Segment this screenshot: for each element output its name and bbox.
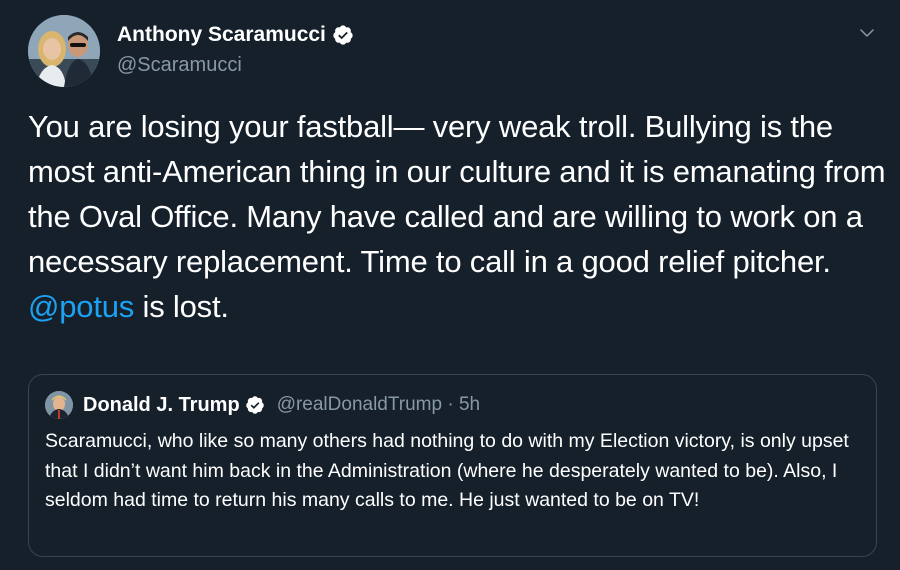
verified-badge-icon: [245, 396, 264, 414]
quoted-tweet-text: Scaramucci, who like so many others had …: [45, 430, 849, 511]
author-avatar[interactable]: [28, 15, 100, 87]
quoted-author-avatar[interactable]: [45, 391, 73, 419]
tweet-text: You are losing your fastball— very weak …: [28, 104, 888, 329]
quoted-handle-time[interactable]: @realDonaldTrump · 5h: [277, 394, 480, 416]
mention-link[interactable]: @potus: [28, 289, 134, 324]
tweet-text-tail: is lost.: [134, 289, 229, 324]
tweet-card: Anthony Scaramucci @Scaramucci You are l…: [0, 0, 900, 570]
author-handle[interactable]: @Scaramucci: [117, 52, 242, 78]
quoted-author-name[interactable]: Donald J. Trump: [83, 394, 240, 417]
verified-badge-icon: [333, 25, 353, 45]
tweet-text-body: You are losing your fastball— very weak …: [28, 109, 886, 279]
author-name-text[interactable]: Anthony Scaramucci: [117, 22, 326, 48]
chevron-down-icon[interactable]: [858, 24, 876, 42]
quoted-tweet[interactable]: Donald J. Trump @realDonaldTrump · 5h Sc…: [28, 374, 877, 557]
quoted-header: Donald J. Trump @realDonaldTrump · 5h: [83, 391, 480, 419]
author-name[interactable]: Anthony Scaramucci: [117, 22, 354, 48]
